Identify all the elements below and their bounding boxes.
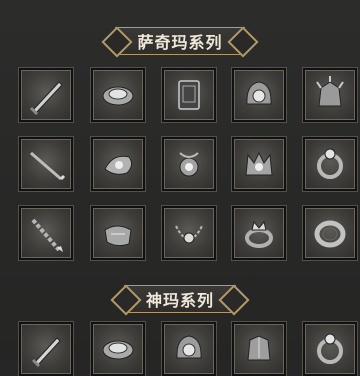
item-slot[interactable] (162, 206, 216, 260)
item-slot[interactable] (303, 206, 357, 260)
bracer-icon (102, 86, 134, 106)
banner-cap-right (218, 284, 250, 316)
item-slot[interactable] (303, 68, 357, 122)
bracer-icon (102, 340, 134, 360)
item-slot[interactable] (303, 322, 357, 376)
sword-icon (31, 337, 61, 368)
ring-icon (317, 333, 343, 364)
section-banner: 萨奇玛系列 (101, 26, 259, 58)
helm-icon (246, 81, 272, 105)
section-header-shenma: 神玛系列 (0, 284, 360, 316)
item-slot[interactable] (91, 206, 145, 260)
item-slot[interactable] (232, 206, 286, 260)
section-title: 萨奇玛系列 (137, 33, 223, 52)
item-slot[interactable] (232, 322, 286, 376)
spiked-armor-icon (316, 76, 344, 107)
ring-icon (317, 148, 343, 179)
banner-cap-right (226, 26, 259, 58)
crown-icon (245, 151, 273, 176)
item-slot[interactable] (303, 137, 357, 191)
section-header-saqima: 萨奇玛系列 (0, 26, 360, 58)
armor-icon (247, 335, 271, 361)
banner-cap-left (110, 284, 142, 316)
boots-icon (104, 225, 132, 247)
tome-icon (178, 80, 200, 110)
item-slot[interactable] (232, 137, 286, 191)
necklace-icon (175, 225, 203, 244)
item-slot[interactable] (91, 137, 145, 191)
helm-icon (176, 335, 202, 359)
equipment-panel: 萨奇玛系列 神玛系列 (0, 0, 360, 376)
item-slot[interactable] (232, 68, 286, 122)
banner-cap-left (101, 26, 134, 58)
staff-icon (30, 151, 66, 181)
item-slot[interactable] (19, 206, 73, 260)
item-slot[interactable] (162, 68, 216, 122)
item-slot[interactable] (91, 322, 145, 376)
item-slot[interactable] (19, 68, 73, 122)
amulet-icon (179, 152, 199, 177)
blade-icon (29, 81, 63, 116)
gauntlet-icon (104, 155, 133, 175)
item-slot[interactable] (162, 322, 216, 376)
crowned-ring-icon (245, 220, 273, 248)
item-slot[interactable] (19, 137, 73, 191)
item-slot[interactable] (162, 137, 216, 191)
section-banner: 神玛系列 (110, 284, 250, 316)
section-title: 神玛系列 (145, 291, 214, 310)
item-slot[interactable] (19, 322, 73, 376)
item-slot[interactable] (91, 68, 145, 122)
spear-icon (31, 218, 63, 252)
band-ring-icon (314, 220, 346, 248)
